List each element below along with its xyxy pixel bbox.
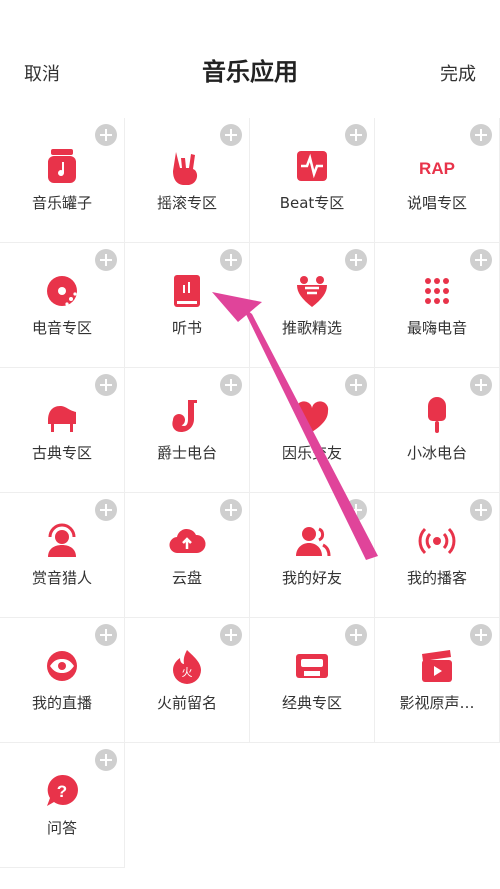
app-label: 电音专区: [31, 319, 92, 337]
recommend-icon: [292, 271, 332, 311]
svg-text:?: ?: [57, 782, 67, 801]
beat-icon: [292, 146, 332, 186]
app-tile[interactable]: 爵士电台: [125, 368, 250, 493]
live-eye-icon: [42, 646, 82, 686]
saxophone-icon: [167, 396, 207, 436]
heart-chat-icon: [292, 396, 332, 436]
audiobook-icon: [167, 271, 207, 311]
app-label: 音乐罐子: [31, 194, 92, 212]
add-icon[interactable]: [345, 374, 367, 396]
add-icon[interactable]: [470, 124, 492, 146]
app-label: 小冰电台: [406, 444, 467, 462]
add-icon[interactable]: [345, 249, 367, 271]
music-jar-icon: [42, 146, 82, 186]
popsicle-icon: [417, 396, 457, 436]
app-tile[interactable]: 赏音猎人: [0, 493, 125, 618]
app-label: Beat专区: [279, 194, 345, 212]
rock-hand-icon: [167, 146, 207, 186]
app-tile[interactable]: 云盘: [125, 493, 250, 618]
add-icon[interactable]: [220, 499, 242, 521]
app-tile[interactable]: 摇滚专区: [125, 118, 250, 243]
app-label: 火前留名: [156, 694, 217, 712]
app-tile[interactable]: 经典专区: [250, 618, 375, 743]
headphone-person-icon: [42, 521, 82, 561]
add-icon[interactable]: [220, 249, 242, 271]
electronic-disc-icon: [42, 271, 82, 311]
cloud-upload-icon: [167, 521, 207, 561]
svg-text:火: 火: [182, 666, 193, 679]
app-label: 赏音猎人: [31, 569, 92, 587]
clapperboard-icon: [417, 646, 457, 686]
app-tile[interactable]: 我的播客: [375, 493, 500, 618]
app-tile[interactable]: 古典专区: [0, 368, 125, 493]
add-icon[interactable]: [220, 624, 242, 646]
app-label: 问答: [46, 819, 77, 837]
rap-icon: RAP: [417, 146, 457, 186]
app-label: 影视原声…: [399, 694, 475, 712]
add-icon[interactable]: [220, 374, 242, 396]
app-label: 因乐交友: [281, 444, 342, 462]
cassette-icon: [292, 646, 332, 686]
add-icon[interactable]: [95, 499, 117, 521]
app-tile[interactable]: 火火前留名: [125, 618, 250, 743]
app-tile[interactable]: 推歌精选: [250, 243, 375, 368]
piano-icon: [42, 396, 82, 436]
broadcast-icon: [417, 521, 457, 561]
fire-icon: 火: [167, 646, 207, 686]
add-icon[interactable]: [95, 374, 117, 396]
add-icon[interactable]: [345, 499, 367, 521]
app-tile[interactable]: ? 问答: [0, 743, 125, 868]
add-icon[interactable]: [470, 499, 492, 521]
svg-text:RAP: RAP: [419, 159, 455, 178]
app-label: 听书: [171, 319, 202, 337]
add-icon[interactable]: [470, 249, 492, 271]
app-tile[interactable]: 因乐交友: [250, 368, 375, 493]
app-tile[interactable]: 我的直播: [0, 618, 125, 743]
app-label: 经典专区: [281, 694, 342, 712]
app-label: 摇滚专区: [156, 194, 217, 212]
add-icon[interactable]: [95, 124, 117, 146]
app-tile[interactable]: 听书: [125, 243, 250, 368]
app-label: 最嗨电音: [406, 319, 467, 337]
app-tile[interactable]: 电音专区: [0, 243, 125, 368]
app-label: 推歌精选: [281, 319, 342, 337]
add-icon[interactable]: [95, 749, 117, 771]
add-icon[interactable]: [470, 624, 492, 646]
add-icon[interactable]: [95, 249, 117, 271]
app-tile[interactable]: 我的好友: [250, 493, 375, 618]
add-icon[interactable]: [470, 374, 492, 396]
add-icon[interactable]: [345, 624, 367, 646]
question-icon: ?: [42, 771, 82, 811]
done-button[interactable]: 完成: [440, 60, 476, 86]
app-label: 我的直播: [31, 694, 92, 712]
page-title: 音乐应用: [202, 58, 298, 86]
add-icon[interactable]: [95, 624, 117, 646]
app-label: 古典专区: [31, 444, 92, 462]
add-icon[interactable]: [220, 124, 242, 146]
app-tile[interactable]: 小冰电台: [375, 368, 500, 493]
app-tile[interactable]: Beat专区: [250, 118, 375, 243]
app-label: 爵士电台: [156, 444, 217, 462]
app-tile[interactable]: RAP 说唱专区: [375, 118, 500, 243]
app-label: 说唱专区: [406, 194, 467, 212]
add-icon[interactable]: [345, 124, 367, 146]
top-bar: 取消 音乐应用 完成: [0, 0, 500, 118]
app-tile[interactable]: 影视原声…: [375, 618, 500, 743]
app-tile[interactable]: 音乐罐子: [0, 118, 125, 243]
app-label: 我的播客: [406, 569, 467, 587]
dots-icon: [417, 271, 457, 311]
app-tile[interactable]: 最嗨电音: [375, 243, 500, 368]
app-label: 我的好友: [281, 569, 342, 587]
friends-icon: [292, 521, 332, 561]
app-label: 云盘: [171, 569, 202, 587]
